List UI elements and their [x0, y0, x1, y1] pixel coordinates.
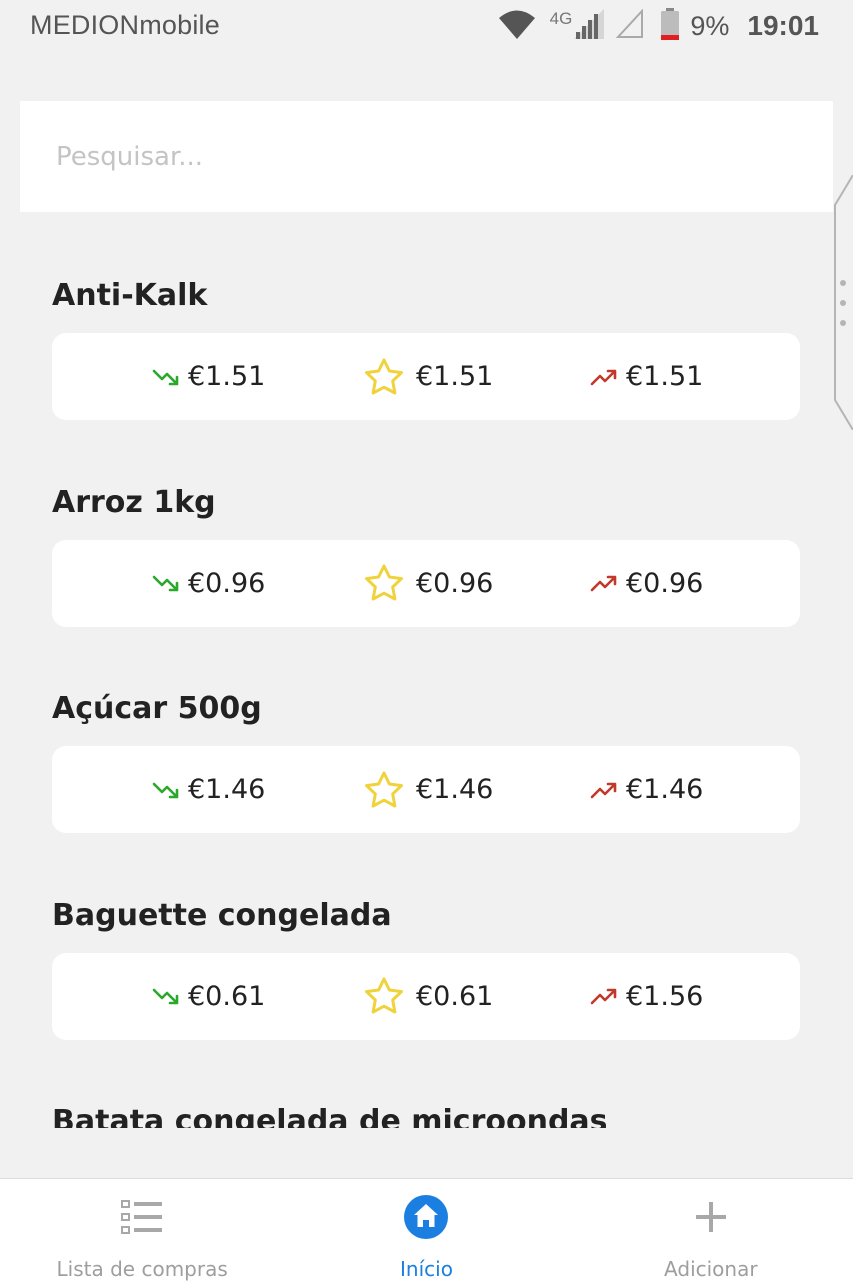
- product-item[interactable]: Arroz 1kg €0.96 €0.96 €0.96: [0, 437, 853, 644]
- nav-home-label: Início: [400, 1257, 453, 1281]
- lowest-price-value: €1.51: [188, 361, 266, 392]
- star-icon: [362, 977, 406, 1015]
- favorite-price-value: €0.61: [416, 980, 494, 1012]
- product-item[interactable]: Baguette congelada €0.61 €0.61 €1.56: [0, 850, 853, 1057]
- trend-up-icon: [586, 986, 622, 1006]
- lowest-price: €1.46: [148, 746, 265, 833]
- lowest-price-value: €1.46: [188, 774, 266, 805]
- lowest-price-value: €0.61: [188, 980, 266, 1012]
- trend-up-icon: [586, 367, 622, 387]
- favorite-price: €1.46: [362, 746, 493, 833]
- wifi-icon: [498, 9, 536, 43]
- trend-down-icon: [148, 986, 184, 1006]
- price-card[interactable]: €0.61 €0.61 €1.56: [52, 952, 800, 1040]
- highest-price: €0.96: [586, 540, 703, 627]
- plus-icon: [694, 1195, 728, 1239]
- cell-signal-icon: [574, 9, 605, 43]
- highest-price-value: €1.56: [626, 980, 704, 1012]
- lowest-price: €0.61: [148, 953, 265, 1040]
- favorite-price: €0.96: [362, 540, 493, 627]
- product-name: Anti-Kalk: [52, 278, 208, 313]
- trend-up-icon: [586, 573, 622, 593]
- favorite-price-value: €1.51: [416, 361, 494, 392]
- carrier-name: MEDIONmobile: [30, 10, 220, 40]
- status-icons: 4G 9% 19:01: [498, 6, 819, 46]
- product-name: Arroz 1kg: [52, 484, 216, 520]
- favorite-price: €1.51: [362, 333, 493, 420]
- home-icon: [403, 1195, 449, 1239]
- product-item[interactable]: Batata congelada de microondas: [0, 1056, 853, 1128]
- clock: 19:01: [747, 10, 819, 41]
- favorite-price-value: €1.46: [416, 774, 494, 805]
- battery-percentage: 9%: [690, 10, 730, 41]
- trend-down-icon: [148, 780, 184, 800]
- price-card[interactable]: €1.51 €1.51 €1.51: [52, 333, 800, 420]
- list-icon: [121, 1195, 163, 1239]
- trend-down-icon: [148, 573, 184, 593]
- product-name: Baguette congelada: [52, 897, 392, 933]
- lowest-price: €0.96: [148, 540, 265, 627]
- status-bar: MEDIONmobile 4G 9% 19:01: [0, 0, 853, 52]
- price-card[interactable]: €0.96 €0.96 €0.96: [52, 539, 800, 627]
- highest-price-value: €0.96: [626, 567, 704, 599]
- product-item[interactable]: Anti-Kalk €1.51 €1.51 €1.51: [0, 230, 853, 437]
- highest-price: €1.56: [586, 953, 703, 1040]
- favorite-price: €0.61: [362, 953, 493, 1040]
- trend-up-icon: [586, 780, 622, 800]
- star-icon: [362, 358, 406, 396]
- lowest-price-value: €0.96: [188, 567, 266, 599]
- product-name: Batata congelada de microondas: [52, 1104, 608, 1128]
- product-list[interactable]: Anti-Kalk €1.51 €1.51 €1.51 Arroz 1kg €0…: [0, 230, 853, 1128]
- favorite-price-value: €0.96: [416, 567, 494, 599]
- price-card[interactable]: €1.46 €1.46 €1.46: [52, 746, 800, 833]
- highest-price: €1.51: [586, 333, 703, 420]
- product-name: Açúcar 500g: [52, 691, 262, 726]
- search-bar: [20, 101, 833, 212]
- nav-home[interactable]: Início: [284, 1179, 568, 1281]
- highest-price-value: €1.51: [626, 361, 704, 392]
- bottom-navigation: Lista de compras Início Adicionar: [0, 1178, 853, 1281]
- nav-shopping-list[interactable]: Lista de compras: [0, 1179, 284, 1281]
- star-icon: [362, 564, 406, 602]
- battery-low-icon: [660, 8, 680, 44]
- cell-signal-empty-icon: [616, 8, 644, 43]
- trend-down-icon: [148, 367, 184, 387]
- lowest-price: €1.51: [148, 333, 265, 420]
- nav-add[interactable]: Adicionar: [569, 1179, 853, 1281]
- highest-price-value: €1.46: [626, 774, 704, 805]
- highest-price: €1.46: [586, 746, 703, 833]
- product-item[interactable]: Açúcar 500g €1.46 €1.46 €1.46: [0, 643, 853, 850]
- star-icon: [362, 771, 406, 809]
- search-input[interactable]: [54, 140, 798, 173]
- nav-add-label: Adicionar: [664, 1257, 758, 1281]
- network-type: 4G: [549, 9, 573, 28]
- nav-shopping-list-label: Lista de compras: [56, 1257, 228, 1281]
